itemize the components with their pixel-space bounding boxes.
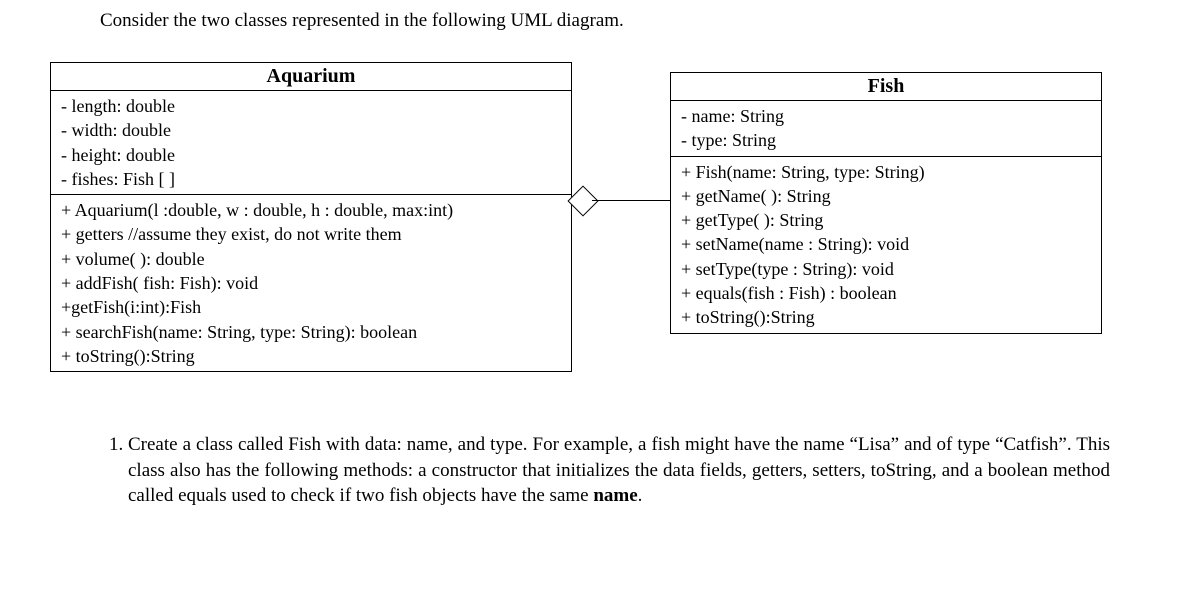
attr-line: - width: double [61,118,561,142]
method-line: + Fish(name: String, type: String) [681,160,1091,184]
aquarium-title: Aquarium [51,63,571,91]
attr-line: - type: String [681,128,1091,152]
method-line: + volume( ): double [61,247,561,271]
fish-title: Fish [671,73,1101,101]
fish-attributes: - name: String - type: String [671,101,1101,157]
method-line: + toString():String [61,344,561,368]
attr-line: - fishes: Fish [ ] [61,167,561,191]
method-line: + searchFish(name: String, type: String)… [61,320,561,344]
aquarium-attributes: - length: double - width: double - heigh… [51,91,571,195]
intro-text: Consider the two classes represented in … [100,10,1200,32]
aggregation-connector [572,190,670,210]
q1-text-after: . [638,485,643,506]
method-line: + addFish( fish: Fish): void [61,271,561,295]
question-1-text: Create a class called Fish with data: na… [128,432,1110,509]
method-line: + getName( ): String [681,184,1091,208]
method-line: + setType(type : String): void [681,257,1091,281]
aquarium-methods: + Aquarium(l :double, w : double, h : do… [51,195,571,371]
fish-methods: + Fish(name: String, type: String) + get… [671,157,1101,333]
method-line: + getType( ): String [681,208,1091,232]
connector-line [592,200,670,201]
uml-class-fish: Fish - name: String - type: String + Fis… [670,72,1102,334]
method-line: + Aquarium(l :double, w : double, h : do… [61,198,561,222]
q1-bold: name [593,485,637,506]
uml-class-aquarium: Aquarium - length: double - width: doubl… [50,62,572,372]
method-line: + toString():String [681,305,1091,329]
attr-line: - name: String [681,104,1091,128]
attr-line: - height: double [61,143,561,167]
method-line: + setName(name : String): void [681,232,1091,256]
uml-diagram: Aquarium - length: double - width: doubl… [40,62,1200,402]
method-line: + equals(fish : Fish) : boolean [681,281,1091,305]
question-1: Create a class called Fish with data: na… [100,432,1110,509]
method-line: + getters //assume they exist, do not wr… [61,222,561,246]
attr-line: - length: double [61,94,561,118]
method-line: +getFish(i:int):Fish [61,295,561,319]
diamond-icon [567,185,598,216]
